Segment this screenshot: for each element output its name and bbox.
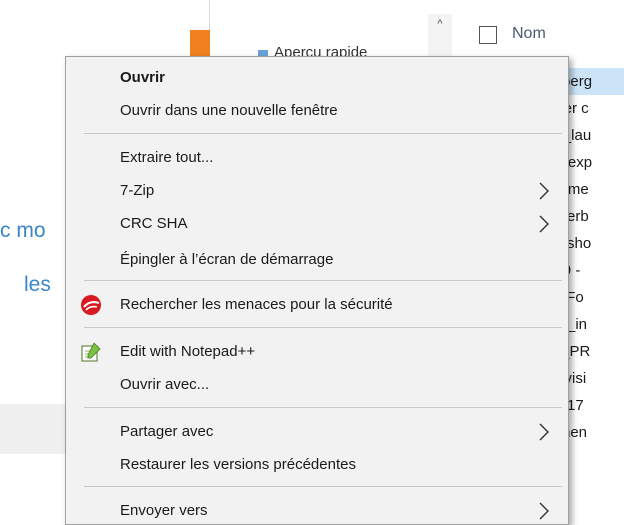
menu-item-label: Épingler à l’écran de démarrage [120,251,334,268]
chevron-right-icon [539,423,549,441]
menu-item-label: Edit with Notepad++ [120,343,256,360]
chevron-right-icon [539,182,549,200]
menu-item-edit-notepad[interactable]: Edit with Notepad++ [66,337,568,367]
column-header-name[interactable]: Nom [512,25,546,43]
menu-item-scan-threats[interactable]: Rechercher les menaces pour la sécurité [66,290,568,320]
menu-item-pin-start[interactable]: Épingler à l’écran de démarrage [66,245,568,275]
menu-item-label: Extraire tout... [120,149,214,166]
menu-separator [84,407,562,408]
menu-separator [84,327,562,328]
menu-item-label: Ouvrir dans une nouvelle fenêtre [120,102,338,119]
menu-item-label: CRC SHA [120,215,188,232]
menu-separator [84,486,562,487]
menu-item-open[interactable]: Ouvrir [66,63,568,93]
menu-item-extract-all[interactable]: Extraire tout... [66,143,568,173]
menu-item-label: Ouvrir [120,69,166,86]
folder-accent [190,30,210,58]
menu-separator [84,280,562,281]
trend-micro-icon [81,295,101,315]
chevron-right-icon [539,215,549,233]
background-link-text[interactable]: c mo [0,219,46,243]
menu-item-label: Restaurer les versions précédentes [120,456,356,473]
menu-item-label: Envoyer vers [120,502,208,519]
select-all-checkbox[interactable] [479,26,497,44]
menu-item-share-with[interactable]: Partager avec [66,417,568,447]
context-menu: Ouvrir Ouvrir dans une nouvelle fenêtre … [65,56,569,525]
menu-item-restore-versions[interactable]: Restaurer les versions précédentes [66,450,568,480]
menu-item-open-new-window[interactable]: Ouvrir dans une nouvelle fenêtre [66,96,568,126]
menu-item-label: Ouvrir avec... [120,376,210,393]
menu-item-crc-sha[interactable]: CRC SHA [66,209,568,239]
menu-item-label: 7-Zip [120,182,155,199]
notepad-plus-plus-icon [81,342,101,362]
background-link-text[interactable]: les [24,273,51,297]
chevron-up-icon[interactable]: ^ [433,14,447,34]
menu-item-label: Partager avec [120,423,214,440]
menu-item-label: Rechercher les menaces pour la sécurité [120,296,393,313]
menu-item-7zip[interactable]: 7-Zip [66,176,568,206]
menu-item-send-to[interactable]: Envoyer vers [66,496,568,524]
menu-separator [84,133,562,134]
chevron-right-icon [539,502,549,520]
menu-item-open-with[interactable]: Ouvrir avec... [66,370,568,400]
column-header: Nom [452,20,624,52]
